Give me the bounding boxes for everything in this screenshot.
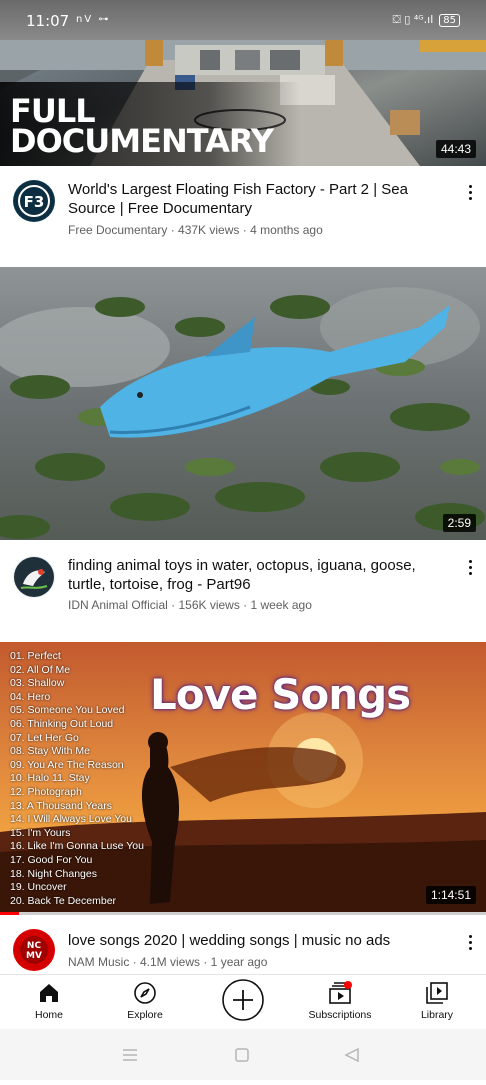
more-options-icon[interactable] (460, 182, 480, 206)
video-duration: 44:43 (435, 140, 476, 158)
nav-library[interactable]: Library (392, 981, 482, 1021)
nam-music-logo-icon: NC MV (14, 930, 54, 970)
more-options-icon[interactable] (460, 557, 480, 581)
tracklist-item: 20. Back Te December (10, 894, 117, 907)
more-options-icon[interactable] (460, 932, 480, 956)
video-channel-meta[interactable]: IDN Animal Official · 156K views · 1 wee… (68, 598, 312, 612)
svg-text:F3: F3 (24, 193, 45, 211)
video-title[interactable]: finding animal toys in water, octopus, i… (68, 556, 448, 594)
video-duration: 2:59 (442, 514, 476, 532)
video-meta[interactable]: NC MV love songs 2020 | wedding songs | … (0, 915, 486, 973)
shark-toy-in-water-illustration (0, 287, 485, 539)
channel-avatar[interactable]: NC MV (13, 929, 55, 971)
notification-icons: nV ⊶ (76, 14, 111, 25)
nav-create[interactable] (198, 978, 288, 1022)
overlay-line-2: DOCUMENTARY (10, 122, 274, 160)
video-title[interactable]: World's Largest Floating Fish Factory - … (68, 180, 448, 218)
tracklist-item: 07. Let Her Go (10, 731, 79, 744)
nav-home[interactable]: Home (4, 981, 94, 1021)
home-circle-icon[interactable] (235, 1048, 249, 1062)
tracklist-item: 19. Uncover (10, 881, 67, 894)
tracklist-item: 06. Thinking Out Loud (10, 717, 114, 730)
channel-avatar[interactable] (13, 556, 55, 598)
back-icon[interactable] (344, 1047, 359, 1063)
video-channel-meta[interactable]: Free Documentary · 437K views · 4 months… (68, 223, 323, 237)
tracklist-item: 17. Good For You (10, 853, 93, 866)
tracklist-item: 03. Shallow (10, 677, 65, 690)
battery-icon: 85 (439, 13, 460, 27)
svg-text:MV: MV (26, 951, 42, 961)
tracklist-item: 16. Like I'm Gonna Luse You (10, 840, 144, 853)
nav-subscriptions[interactable]: Subscriptions (295, 981, 385, 1021)
video-title[interactable]: love songs 2020 | wedding songs | music … (68, 931, 448, 950)
tracklist-item: 05. Someone You Loved (10, 704, 125, 717)
tracklist-item: 09. You Are The Reason (10, 758, 124, 771)
tracklist-item: 04. Hero (10, 690, 51, 703)
signal-icons: ⛋ ▯ ⁴ᴳ.ıl (392, 13, 434, 26)
tracklist-item: 13. A Thousand Years (10, 799, 112, 812)
tracklist-item: 01. Perfect (10, 650, 61, 662)
bird-avatar-icon (14, 557, 54, 597)
video-meta[interactable]: finding animal toys in water, octopus, i… (0, 540, 486, 640)
free-documentary-logo-icon: F3 (14, 181, 54, 221)
video-thumbnail[interactable]: 01. Perfect 02. All Of Me 03. Shallow 04. H… (0, 642, 486, 912)
system-status-icons: ⛋ ▯ ⁴ᴳ.ıl 85 (392, 13, 460, 27)
video-meta[interactable]: F3 World's Largest Floating Fish Factory… (0, 166, 486, 266)
tracklist-item: 18. Night Changes (10, 867, 97, 880)
system-navigation-bar (0, 1029, 486, 1080)
svg-text:NC: NC (27, 941, 42, 951)
compass-icon (134, 982, 156, 1004)
tracklist-item: 15. I'm Yours (10, 826, 71, 839)
recents-icon[interactable] (123, 1049, 137, 1061)
video-channel-meta[interactable]: NAM Music · 4.1M views · 1 year ago (68, 955, 267, 969)
thumbnail-overlay-text: FULL DOCUMENTARY (10, 95, 274, 160)
tracklist-item: 12. Photograph (10, 785, 82, 798)
video-thumbnail[interactable]: FULL DOCUMENTARY 44:43 (0, 40, 486, 166)
tracklist-item: 10. Halo 11. Stay (10, 772, 90, 785)
bottom-navigation: Home Explore Subscriptions Library (0, 974, 486, 1029)
video-thumbnail[interactable]: 2:59 (0, 267, 486, 540)
nav-explore-label: Explore (127, 1009, 163, 1021)
channel-avatar[interactable]: F3 (13, 180, 55, 222)
thumbnail-overlay-title: Love Songs (150, 670, 411, 719)
nav-library-label: Library (420, 1009, 454, 1021)
status-time: 11:07 (26, 12, 70, 30)
add-create-icon (222, 979, 264, 1021)
subscriptions-icon (329, 981, 352, 1004)
nav-explore[interactable]: Explore (100, 981, 190, 1021)
video-duration: 1:14:51 (425, 886, 476, 904)
home-icon (40, 984, 58, 1002)
tracklist: 01. Perfect 02. All Of Me 03. Shallow 04. H… (10, 650, 144, 908)
nav-home-label: Home (34, 1009, 63, 1021)
nav-subscriptions-label: Subscriptions (308, 1009, 372, 1021)
tracklist-item: 14. I Will Always Love You (10, 813, 132, 826)
tracklist-item: 02. All Of Me (10, 663, 71, 676)
status-bar: 11:07 nV ⊶ ⛋ ▯ ⁴ᴳ.ıl 85 (0, 0, 486, 40)
library-icon (426, 982, 448, 1004)
tracklist-item: 08. Stay With Me (10, 745, 90, 758)
